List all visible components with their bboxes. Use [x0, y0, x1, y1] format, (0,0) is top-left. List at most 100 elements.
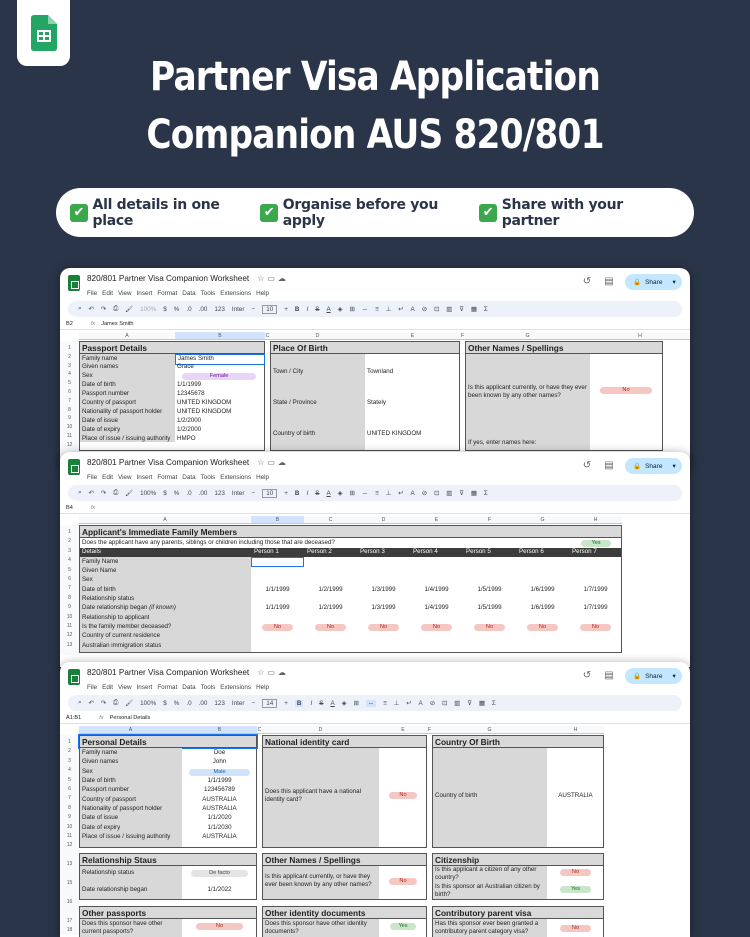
- chevron-down-icon[interactable]: ▾: [672, 462, 675, 470]
- row-label[interactable]: Australian immigration status: [82, 642, 161, 651]
- currency-icon[interactable]: $: [163, 490, 167, 497]
- other-names-dropdown[interactable]: No: [595, 386, 657, 395]
- cloud-status-icon[interactable]: ☁: [278, 458, 289, 467]
- other-passports-header[interactable]: Other passports: [79, 906, 257, 919]
- filter-icon[interactable]: ⊽: [459, 490, 464, 497]
- history-icon[interactable]: ↺: [581, 276, 593, 288]
- col-header-g[interactable]: G: [516, 516, 569, 524]
- sheet-grid[interactable]: A B C D E F G H 1 2 3 4 5 6 7 8 9 10 11 12 13 Applic…: [60, 516, 690, 666]
- move-folder-icon[interactable]: ▭: [267, 458, 278, 467]
- menu-insert[interactable]: Insert: [137, 684, 153, 691]
- person-header[interactable]: Person 1: [254, 548, 279, 557]
- decimal-decrease-icon[interactable]: .0: [186, 700, 191, 707]
- cell-label[interactable]: Given names: [82, 363, 118, 372]
- merge-icon[interactable]: ⇔: [362, 490, 368, 497]
- percent-icon[interactable]: %: [174, 306, 180, 313]
- sex-dropdown[interactable]: Male: [184, 768, 255, 777]
- cell-label[interactable]: Date of issue: [82, 814, 118, 823]
- comments-icon[interactable]: ▤: [603, 460, 615, 472]
- menu-help[interactable]: Help: [256, 474, 269, 481]
- redo-icon[interactable]: ↷: [101, 700, 106, 707]
- cell-value[interactable]: UNITED KINGDOM: [367, 430, 421, 439]
- cell-value[interactable]: 1/1/1999: [177, 381, 201, 390]
- cell-label[interactable]: Date of birth: [82, 777, 116, 786]
- table-view-icon[interactable]: ▦: [471, 490, 477, 497]
- history-icon[interactable]: ↺: [581, 670, 593, 682]
- row-label[interactable]: Relationship status: [82, 595, 134, 604]
- functions-icon[interactable]: Σ: [484, 490, 488, 497]
- search-icon[interactable]: ⌕: [78, 699, 82, 707]
- rotate-icon[interactable]: A: [411, 306, 415, 313]
- sex-chip[interactable]: Female: [181, 373, 257, 380]
- document-name[interactable]: 820/801 Partner Visa Companion Worksheet: [87, 274, 249, 283]
- cell-label[interactable]: Date of expiry: [82, 824, 120, 833]
- undo-icon[interactable]: ↶: [89, 490, 94, 497]
- col-header-h[interactable]: H: [590, 332, 690, 340]
- deceased-dropdown[interactable]: No: [516, 623, 569, 632]
- yes-chip[interactable]: Yes: [559, 886, 592, 893]
- star-icon[interactable]: ☆: [257, 274, 267, 283]
- align-icon[interactable]: ≡: [375, 490, 379, 497]
- print-icon[interactable]: ⎙: [113, 489, 118, 497]
- cell-value[interactable]: 1/2/2000: [177, 417, 201, 426]
- italic-icon[interactable]: I: [310, 700, 312, 707]
- row-label[interactable]: Country of current residence: [82, 632, 160, 641]
- italic-icon[interactable]: I: [306, 490, 308, 497]
- number-format-icon[interactable]: 123: [214, 490, 225, 497]
- menu-data[interactable]: Data: [182, 684, 195, 691]
- font-select[interactable]: Inter: [232, 306, 245, 313]
- formula-input[interactable]: Personal Details: [110, 715, 151, 721]
- deceased-dropdown[interactable]: No: [569, 623, 622, 632]
- currency-icon[interactable]: $: [163, 700, 167, 707]
- details-label[interactable]: Details: [82, 548, 101, 557]
- valign-icon[interactable]: ⊥: [386, 306, 392, 313]
- font-size-increase-icon[interactable]: +: [284, 306, 288, 313]
- col-header-g[interactable]: G: [432, 726, 547, 734]
- name-box[interactable]: B4: [66, 505, 73, 511]
- cell-value[interactable]: 1/1/2020: [182, 814, 257, 823]
- cell-label[interactable]: Sex: [82, 768, 93, 777]
- cell-label[interactable]: Has this sponsor ever been granted a con…: [435, 920, 547, 935]
- col-header-b[interactable]: B: [182, 726, 257, 734]
- cell-label[interactable]: Town / City: [273, 368, 303, 377]
- cell-value[interactable]: AUSTRALIA: [547, 792, 604, 801]
- oid-dropdown[interactable]: Yes: [381, 922, 425, 931]
- comment-icon[interactable]: ⊡: [434, 306, 439, 313]
- cell-value[interactable]: UNITED KINGDOM: [177, 399, 231, 408]
- functions-icon[interactable]: Σ: [492, 700, 496, 707]
- no-chip[interactable]: No: [559, 925, 592, 932]
- drb-cell[interactable]: 1/1/1999: [251, 604, 304, 613]
- dob-cell[interactable]: 1/1/1999: [251, 586, 304, 595]
- decimal-decrease-icon[interactable]: .0: [186, 490, 191, 497]
- table-view-icon[interactable]: ▦: [471, 306, 477, 313]
- dob-cell[interactable]: 1/6/1999: [516, 586, 569, 595]
- no-chip[interactable]: No: [367, 624, 400, 631]
- cell-value[interactable]: 1/2/2000: [177, 426, 201, 435]
- search-icon[interactable]: ⌕: [78, 489, 82, 497]
- col-header-a[interactable]: A: [79, 516, 251, 524]
- no-chip[interactable]: No: [195, 923, 244, 930]
- chart-icon[interactable]: ▥: [446, 306, 452, 313]
- cell-label[interactable]: Relationship status: [82, 869, 134, 878]
- search-icon[interactable]: ⌕: [78, 305, 82, 313]
- menu-edit[interactable]: Edit: [102, 474, 113, 481]
- borders-icon[interactable]: ⊞: [349, 490, 354, 497]
- cell-selected[interactable]: [251, 557, 304, 567]
- no-chip[interactable]: No: [420, 624, 453, 631]
- no-chip[interactable]: No: [314, 624, 347, 631]
- menu-extensions[interactable]: Extensions: [220, 684, 251, 691]
- drb-cell[interactable]: 1/3/1999: [357, 604, 410, 613]
- link-icon[interactable]: ⊘: [422, 306, 427, 313]
- deceased-dropdown[interactable]: No: [357, 623, 410, 632]
- dob-cell[interactable]: 1/3/1999: [357, 586, 410, 595]
- col-header-e[interactable]: E: [379, 726, 427, 734]
- family-dropdown[interactable]: Yes: [572, 539, 620, 548]
- cloud-status-icon[interactable]: ☁: [278, 668, 289, 677]
- font-size-input[interactable]: 10: [262, 488, 278, 498]
- no-chip[interactable]: No: [389, 792, 417, 799]
- filter-icon[interactable]: ⊽: [467, 700, 472, 707]
- bold-icon[interactable]: B: [295, 306, 300, 313]
- cell-label[interactable]: Is this applicant currently, or have the…: [265, 873, 377, 888]
- chevron-down-icon[interactable]: ▾: [672, 278, 675, 286]
- link-icon[interactable]: ⊘: [430, 700, 435, 707]
